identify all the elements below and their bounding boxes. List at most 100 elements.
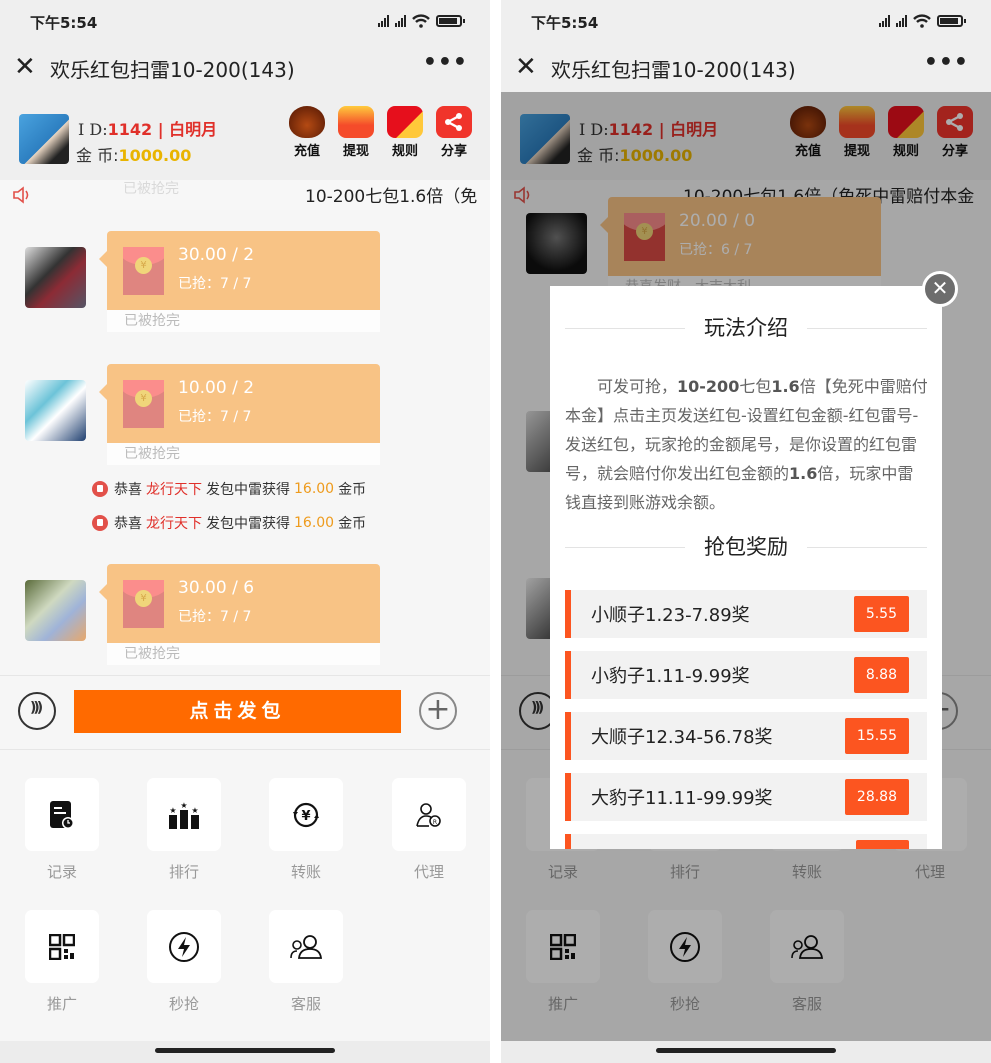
home-indicator[interactable] [501,1041,991,1063]
sys-amount: 16.00 [294,481,335,497]
sys-prefix: 恭喜 [114,482,142,498]
nav-bar: ✕ 欢乐红包扫雷10-200(143) ••• [0,44,490,92]
plus-icon[interactable]: + [419,692,457,730]
redpacket-status: 已被抢完 [107,443,380,465]
reward-value: 28.88 [844,779,909,815]
close-icon[interactable]: ✕ [515,52,537,82]
intro-section-title: 玩法介绍 [565,313,927,343]
grid-label: 转账 [290,863,321,881]
page-title: 欢乐红包扫雷10-200(143) [551,58,796,82]
redpacket-status: 已被抢完 [107,643,380,665]
redpacket-grabbed: 已抢：7 / 7 [178,609,252,625]
share-label: 分享 [440,144,467,159]
grid-item-promote[interactable]: 推广 [25,910,99,1014]
transfer-icon: ¥ [293,802,319,827]
user-info-bar: I D:1142 | 白明月 金 币:1000.00 充值 提现 规则 分享 [0,92,490,180]
svg-text:¥: ¥ [301,809,310,824]
redpacket-grabbed: 已抢：7 / 7 [178,409,252,425]
more-icon[interactable]: ••• [924,50,969,75]
redpacket-bubble[interactable]: ¥ 10.00 / 2 已抢：7 / 7 [99,364,380,443]
sys-amount: 16.00 [294,515,335,531]
send-redpacket-button[interactable]: 点击发包 [74,690,401,733]
notice-text: 10-200七包1.6倍（免 [305,187,478,207]
svg-text:★: ★ [180,801,187,810]
user-coins: 金 币:1000.00 [76,142,191,166]
svg-text:★: ★ [169,806,176,815]
reward-section-title: 抢包奖励 [565,532,927,562]
redpacket-message[interactable]: ¥ 30.00 / 2 已抢：7 / 7 已被抢完 [0,231,490,341]
withdraw-button[interactable]: 提现 [338,106,374,159]
redpacket-message[interactable]: ¥ 10.00 / 2 已抢：7 / 7 已被抢完 [0,364,490,474]
voice-icon[interactable] [18,692,56,730]
redpacket-amount: 30.00 / 6 [178,578,255,598]
coins-label: 金 币: [76,146,119,165]
sys-suffix: 金币 [338,516,367,532]
reward-label: 大顺子12.34-56.78奖 [591,727,773,748]
signal-icon [395,15,406,27]
qrcode-icon [49,933,75,960]
grid-label: 记录 [46,863,77,881]
avatar[interactable] [19,114,69,164]
grid-label: 秒抢 [168,995,199,1013]
grid-item-transfer[interactable]: ¥ 转账 [269,778,343,882]
reward-row: 小顺子1.23-7.89奖 5.55 [565,590,927,638]
rules-modal: 玩法介绍 可发可抢，10-200七包1.6倍【免死中雷赔付本金】点击主页发送红包… [550,286,942,849]
sys-middle: 发包中雷获得 [206,516,290,532]
redpacket-bubble[interactable]: ¥ 30.00 / 2 已抢：7 / 7 [99,231,380,310]
coins-value: 1000.00 [118,146,192,165]
wifi-icon [412,14,430,28]
reward-row: 大顺子12.34-56.78奖 15.55 [565,712,927,760]
sender-avatar[interactable] [25,380,86,441]
redpacket-bubble[interactable]: ¥ 30.00 / 6 已抢：7 / 7 [99,564,380,643]
reward-label: 小顺子1.23-7.89奖 [591,605,750,626]
sys-suffix: 金币 [338,482,367,498]
rules-redpacket-icon [387,106,423,138]
reward-value: 5.55 [853,596,909,632]
close-icon[interactable]: ✕ [14,52,36,82]
wifi-icon [913,14,931,28]
composer-bar: 点击发包 + [0,675,490,750]
sys-username: 龙行天下 [146,516,202,532]
status-bar: 下午5:54 [501,0,991,44]
battery-icon [436,15,465,27]
intro-bold: 1.6 [771,377,800,396]
reward-label: 小豹子1.11-9.99奖 [591,666,750,687]
intro-title-text: 玩法介绍 [704,316,788,340]
recharge-button[interactable]: 充值 [289,106,325,159]
nav-bar: ✕ 欢乐红包扫雷10-200(143) ••• [501,44,991,92]
intro-bold: 1.6 [789,464,818,483]
sender-avatar[interactable] [25,580,86,641]
grid-label: 客服 [290,995,321,1013]
intro-text: 可发可抢，10-200七包1.6倍【免死中雷赔付本金】点击主页发送红包-设置红包… [565,372,928,517]
withdraw-label: 提现 [342,144,369,159]
redpacket-message[interactable]: ¥ 30.00 / 6 已抢：7 / 7 已被抢完 [0,564,490,674]
reward-row [565,834,927,849]
rules-label: 规则 [391,144,418,159]
grid-item-ranking[interactable]: ★ ★ ★ 排行 [147,778,221,882]
sender-avatar[interactable] [25,247,86,308]
grid-item-service[interactable]: 客服 [269,910,343,1014]
modal-close-icon[interactable]: ✕ [922,271,958,307]
intro-bold: 10-200 [677,377,740,396]
status-bar: 下午5:54 [0,0,490,44]
faded-status: 已被抢完 [123,181,179,197]
sys-middle: 发包中雷获得 [206,482,290,498]
grid-item-agent[interactable]: R 代理 [392,778,466,882]
redpacket-icon: ¥ [123,380,164,428]
rules-button[interactable]: 规则 [387,106,423,159]
intro-seg: 七包 [739,377,772,396]
more-icon[interactable]: ••• [423,50,468,75]
sys-prefix: 恭喜 [114,516,142,532]
notice-marquee: 已被抢完 10-200七包1.6倍（免 [0,180,490,210]
ranking-icon: ★ ★ ★ [169,801,199,829]
redpacket-icon: ¥ [123,247,164,295]
grid-label: 排行 [168,863,199,881]
grid-item-record[interactable]: 记录 [25,778,99,882]
sys-username: 龙行天下 [146,482,202,498]
grid-item-quickgrab[interactable]: 秒抢 [147,910,221,1014]
svg-text:R: R [433,819,437,826]
share-button[interactable]: 分享 [436,106,472,159]
record-icon [50,800,74,829]
home-indicator[interactable] [0,1041,490,1063]
speaker-icon [13,186,29,204]
